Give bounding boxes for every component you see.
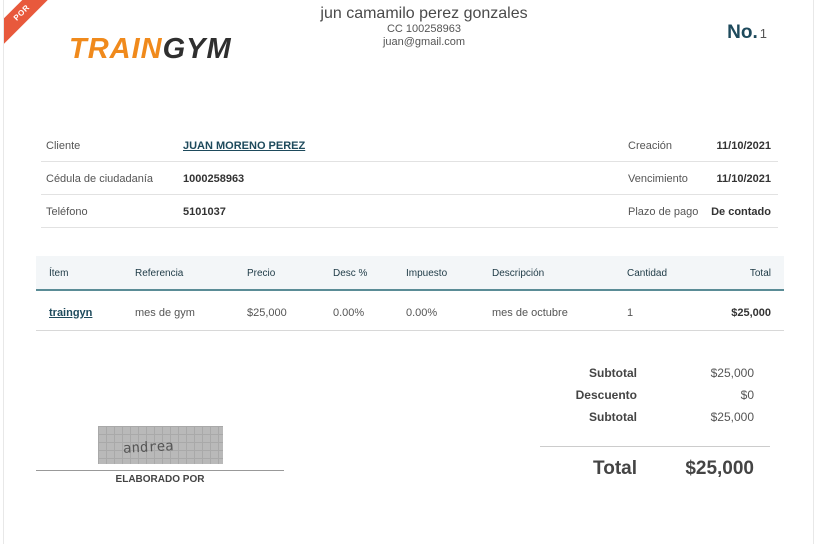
- grand-total-row: Total $25,000: [540, 458, 770, 486]
- signature-label: ELABORADO POR: [115, 474, 205, 485]
- cell-description: mes de octubre: [492, 307, 568, 319]
- subtotal-row: Subtotal $25,000: [540, 366, 770, 388]
- status-ribbon: POR: [4, 0, 61, 52]
- item-link[interactable]: traingyn: [49, 307, 92, 319]
- items-table: Ítem Referencia Precio Desc % Impuesto D…: [36, 256, 784, 331]
- signature-image: andrea: [98, 426, 223, 464]
- term-value: De contado: [711, 206, 771, 218]
- cell-total: $25,000: [731, 307, 771, 319]
- header-total: Total: [749, 268, 771, 279]
- cell-tax: 0.00%: [406, 307, 438, 319]
- company-email: juan@gmail.com: [382, 36, 466, 48]
- header-quantity: Cantidad: [627, 268, 668, 279]
- id-label: Cédula de ciudadanía: [46, 173, 154, 185]
- created-value: 11/10/2021: [716, 140, 771, 152]
- discount-row: Descuento $0: [540, 388, 770, 410]
- phone-value: 5101037: [183, 206, 226, 218]
- invoice-info-table: Cliente JUAN MORENO PEREZ Creación 11/10…: [41, 129, 778, 228]
- header-description: Descripción: [492, 268, 545, 279]
- company-logo: TRAINGYM: [69, 33, 232, 66]
- subtotal2-row: Subtotal $25,000: [540, 410, 770, 432]
- subtotal2-value: $25,000: [710, 410, 754, 424]
- info-row-client: Cliente JUAN MORENO PEREZ Creación 11/10…: [41, 129, 778, 162]
- totals-divider: [540, 446, 770, 447]
- total-label: Total: [593, 458, 637, 479]
- header-price: Precio: [247, 268, 276, 279]
- table-row: traingyn mes de gym $25,000 0.00% 0.00% …: [36, 291, 784, 331]
- header-discount: Desc %: [333, 268, 368, 279]
- signature-line: [36, 470, 284, 471]
- cell-price: $25,000: [247, 307, 287, 319]
- discount-value: $0: [740, 388, 754, 402]
- logo-text-gym: GYM: [162, 33, 232, 65]
- info-row-phone: Teléfono 5101037 Plazo de pago De contad…: [41, 195, 778, 228]
- cell-quantity: 1: [627, 307, 634, 319]
- subtotal-label: Subtotal: [589, 366, 637, 380]
- header-reference: Referencia: [135, 268, 184, 279]
- info-row-id: Cédula de ciudadanía 1000258963 Vencimie…: [41, 162, 778, 195]
- id-value: 1000258963: [183, 173, 245, 185]
- signature-text: andrea: [123, 438, 174, 457]
- total-value: $25,000: [685, 458, 754, 479]
- cell-reference: mes de gym: [135, 307, 195, 319]
- invoice-number-label: No.: [727, 22, 758, 43]
- invoice-page: POR TRAINGYM jun camamilo perez gonzales…: [3, 0, 814, 544]
- term-label: Plazo de pago: [628, 206, 699, 218]
- cell-discount: 0.00%: [333, 307, 365, 319]
- items-table-header: Ítem Referencia Precio Desc % Impuesto D…: [36, 256, 784, 291]
- logo-text-train: TRAIN: [69, 33, 163, 65]
- phone-label: Teléfono: [46, 206, 88, 218]
- client-label: Cliente: [46, 140, 81, 152]
- company-name: jun camamilo perez gonzales: [320, 5, 528, 22]
- company-id: CC 100258963: [386, 23, 461, 35]
- invoice-number-value: 1: [759, 26, 767, 41]
- header-item: Ítem: [49, 268, 69, 279]
- header-tax: Impuesto: [406, 268, 448, 279]
- subtotal2-label: Subtotal: [589, 410, 637, 424]
- due-label: Vencimiento: [628, 173, 688, 185]
- invoice-number: No. 1: [727, 22, 767, 44]
- handwritten-signature: andrea: [123, 438, 174, 457]
- totals-summary: Subtotal $25,000 Descuento $0 Subtotal $…: [540, 366, 770, 479]
- subtotal-value: $25,000: [710, 366, 754, 380]
- discount-label: Descuento: [575, 388, 637, 402]
- created-label: Creación: [628, 140, 673, 152]
- client-link[interactable]: JUAN MORENO PEREZ: [183, 140, 305, 152]
- company-header: jun camamilo perez gonzales CC 100258963…: [254, 5, 594, 49]
- due-value: 11/10/2021: [716, 173, 771, 185]
